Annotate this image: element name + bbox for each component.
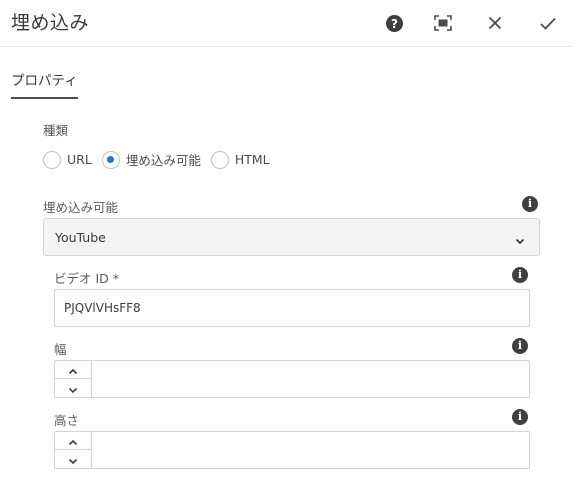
type-radio-group: URL 埋め込み可能 HTML	[43, 150, 280, 169]
type-label: 種類	[43, 123, 69, 138]
width-stepper	[55, 361, 92, 397]
fullscreen-icon	[434, 15, 452, 31]
chevron-up-icon	[68, 431, 78, 450]
chevron-down-icon	[68, 379, 78, 398]
chevron-down-icon	[68, 450, 78, 469]
svg-text:?: ?	[391, 17, 398, 31]
radio-embeddable-circle[interactable]	[101, 150, 120, 169]
tab-properties[interactable]: プロパティ	[11, 69, 78, 99]
dialog-title: 埋め込み	[11, 12, 90, 34]
embeddable-select[interactable]: YouTube	[43, 218, 540, 256]
chevron-up-icon	[68, 360, 78, 379]
check-icon	[540, 17, 556, 30]
width-label: 幅	[54, 342, 67, 357]
video-id-info-icon[interactable]: i	[512, 267, 528, 283]
width-increment-button[interactable]	[55, 361, 91, 379]
height-info-icon[interactable]: i	[512, 409, 528, 425]
help-icon: ?	[385, 14, 403, 32]
height-label: 高さ	[54, 413, 80, 428]
chevron-down-icon	[515, 231, 525, 250]
width-decrement-button[interactable]	[55, 379, 91, 397]
height-increment-button[interactable]	[55, 432, 91, 450]
embed-dialog: 埋め込み ? プロパティ 種類 URL 埋め込み可能 HTML 埋め込み可能 i…	[0, 0, 588, 491]
tab-list: プロパティ	[11, 69, 78, 99]
dialog-header: 埋め込み ?	[0, 0, 572, 47]
done-button[interactable]	[536, 11, 560, 35]
help-button[interactable]: ?	[382, 11, 406, 35]
radio-url-circle[interactable]	[43, 150, 61, 169]
radio-html[interactable]: HTML	[210, 150, 270, 169]
embeddable-select-value: YouTube	[55, 230, 106, 245]
width-input[interactable]	[93, 361, 529, 397]
height-number-field	[54, 431, 530, 469]
height-stepper	[55, 432, 92, 468]
radio-embeddable[interactable]: 埋め込み可能	[101, 150, 201, 169]
embeddable-info-icon[interactable]: i	[522, 196, 538, 212]
embeddable-label: 埋め込み可能	[43, 200, 119, 215]
radio-html-label: HTML	[234, 152, 270, 167]
radio-url[interactable]: URL	[43, 150, 92, 169]
radio-embeddable-label: 埋め込み可能	[125, 153, 201, 168]
video-id-input[interactable]	[54, 289, 530, 327]
height-input[interactable]	[93, 432, 529, 468]
height-decrement-button[interactable]	[55, 450, 91, 468]
radio-url-label: URL	[67, 152, 92, 167]
close-button[interactable]	[483, 11, 507, 35]
width-info-icon[interactable]: i	[512, 338, 528, 354]
video-id-label: ビデオ ID *	[54, 271, 120, 286]
close-icon	[488, 16, 502, 30]
radio-html-circle[interactable]	[210, 150, 229, 169]
fullscreen-button[interactable]	[431, 11, 455, 35]
width-number-field	[54, 360, 530, 398]
